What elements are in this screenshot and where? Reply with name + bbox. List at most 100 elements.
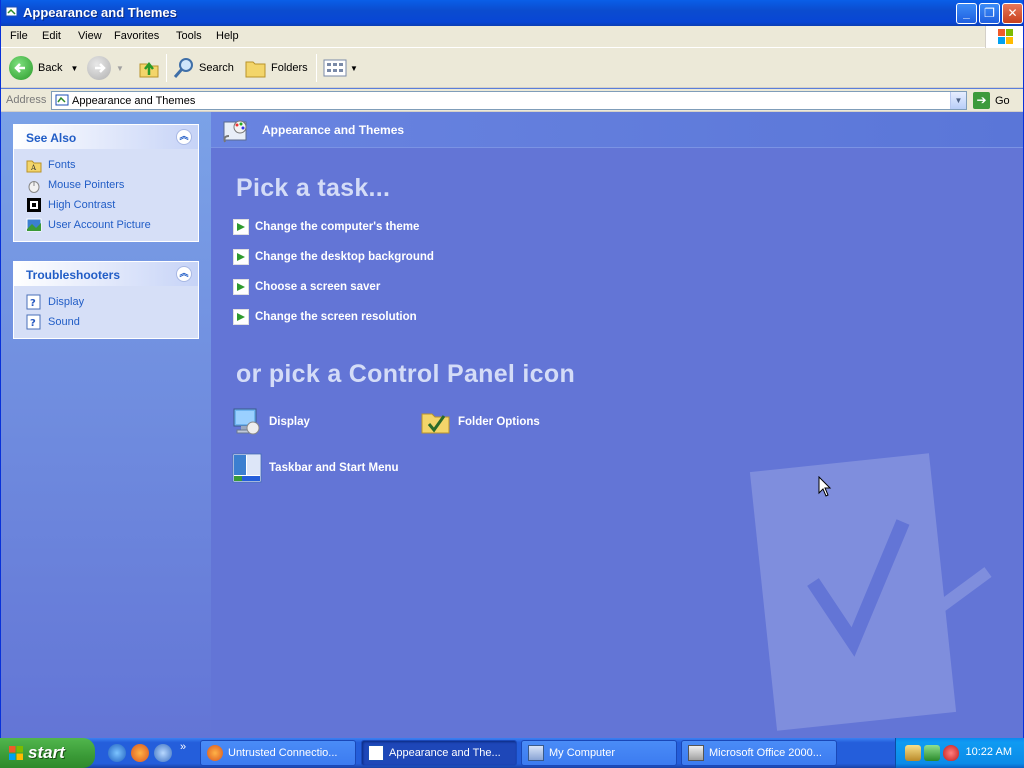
address-bar: Address Appearance and Themes ▼ ➔ Go [1,89,1023,112]
pick-icon-heading: or pick a Control Panel icon [236,360,576,388]
views-dropdown-icon[interactable]: ▼ [350,64,358,73]
taskbar-button-untrusted-connection[interactable]: Untrusted Connectio... [200,740,356,766]
search-label: Search [199,62,234,74]
firefox-icon[interactable] [131,744,149,762]
restore-button[interactable]: ❐ [979,3,1000,24]
green-arrow-icon [233,309,249,325]
address-value: Appearance and Themes [72,95,196,107]
menu-tools[interactable]: Tools [176,30,202,42]
start-button[interactable]: start [0,738,95,768]
close-button[interactable]: ✕ [1002,3,1023,24]
control-panel-icon [368,745,384,761]
taskbar: start » Untrusted Connectio... Appearanc… [0,738,1024,768]
svg-text:?: ? [30,318,36,329]
forward-arrow-icon [87,56,111,80]
user-picture-icon [26,218,42,232]
task-pane: See Also ︽ A Fonts Mouse Pointers High C… [1,112,211,738]
see-also-label: High Contrast [48,199,116,211]
minimize-button[interactable]: _ [956,3,977,24]
collapse-chevron-icon[interactable]: ︽ [176,129,192,145]
see-also-item-mouse-pointers[interactable]: Mouse Pointers [14,175,198,195]
title-bar[interactable]: Appearance and Themes _ ❐ ✕ [1,0,1023,26]
cp-icon-taskbar-start-menu[interactable]: Taskbar and Start Menu [231,452,399,484]
views-button[interactable]: ▼ [323,54,358,82]
high-contrast-icon [27,198,41,212]
pick-task-heading: Pick a task... [236,174,391,202]
windows-flag-icon [9,746,23,760]
views-icon [323,59,347,77]
taskbar-button-appearance-themes[interactable]: Appearance and The... [361,740,517,766]
forward-dropdown-icon[interactable]: ▼ [116,64,124,73]
taskbar-button-label: Untrusted Connectio... [228,747,338,759]
outlook-express-icon[interactable] [154,744,172,762]
menu-edit[interactable]: Edit [42,30,61,42]
control-panel-icon [55,94,69,106]
troubleshooters-panel: Troubleshooters ︽ ? Display ? Sound [13,261,199,339]
task-label: Change the screen resolution [255,311,417,323]
update-tray-icon[interactable] [924,745,940,761]
category-title: Appearance and Themes [262,123,405,137]
task-label: Change the desktop background [255,251,434,263]
task-screen-saver[interactable]: Choose a screen saver [233,279,380,295]
cp-icon-label: Folder Options [458,416,540,428]
folders-button[interactable]: Folders [244,54,308,82]
troubleshooter-item-display[interactable]: ? Display [14,292,198,312]
search-icon [173,58,193,78]
forward-button[interactable]: ▼ [87,54,124,82]
taskbar-button-my-computer[interactable]: My Computer [521,740,677,766]
installer-icon [688,745,704,761]
quicklaunch-more-icon[interactable]: » [180,741,186,753]
clock[interactable]: 10:22 AM [966,746,1012,758]
menu-view[interactable]: View [78,30,102,42]
appearance-themes-icon [223,120,247,143]
see-also-title: See Also [26,131,77,145]
cp-icon-folder-options[interactable]: Folder Options [420,406,540,438]
taskbar-button-microsoft-office[interactable]: Microsoft Office 2000... [681,740,837,766]
folder-options-icon [421,413,450,434]
address-dropdown-icon[interactable]: ▼ [950,92,966,109]
folders-label: Folders [271,62,308,74]
display-icon [233,408,260,435]
help-icon: ? [26,294,41,310]
folders-icon [245,61,266,78]
cp-icon-label: Taskbar and Start Menu [269,462,399,474]
collapse-chevron-icon[interactable]: ︽ [176,266,192,282]
search-button[interactable]: Search [172,54,234,82]
see-also-label: User Account Picture [48,219,151,231]
see-also-header[interactable]: See Also ︽ [14,125,198,149]
window-title: Appearance and Themes [23,5,177,20]
cp-icon-display[interactable]: Display [231,406,310,438]
task-change-theme[interactable]: Change the computer's theme [233,219,419,235]
see-also-item-high-contrast[interactable]: High Contrast [14,195,198,215]
go-arrow-icon: ➔ [973,92,990,109]
task-change-background[interactable]: Change the desktop background [233,249,434,265]
see-also-item-user-account-picture[interactable]: User Account Picture [14,215,198,235]
menu-file[interactable]: File [10,30,28,42]
menu-favorites[interactable]: Favorites [114,30,159,42]
up-folder-button[interactable] [137,54,161,82]
see-also-label: Mouse Pointers [48,179,125,191]
troubleshooter-item-sound[interactable]: ? Sound [14,312,198,332]
task-screen-resolution[interactable]: Change the screen resolution [233,309,417,325]
toolbar: Back ▼ ▼ Search Folders ▼ [1,48,1023,88]
toolbar-separator [316,54,317,82]
explorer-window: Appearance and Themes _ ❐ ✕ File Edit Vi… [0,0,1024,738]
troubleshooter-label: Sound [48,316,80,328]
mouse-cursor-icon [818,476,832,497]
green-arrow-icon [233,249,249,265]
menu-help[interactable]: Help [216,30,239,42]
back-dropdown-icon[interactable]: ▼ [70,64,78,73]
security-shield-icon[interactable] [943,745,959,761]
address-field[interactable]: Appearance and Themes ▼ [51,91,967,110]
help-icon: ? [26,314,41,330]
back-button[interactable]: Back ▼ [9,54,78,82]
taskbar-button-label: Appearance and The... [389,747,501,759]
internet-explorer-icon[interactable] [108,744,126,762]
go-button[interactable]: ➔ Go [973,91,1010,110]
taskbar-icon [232,453,262,483]
troubleshooters-header[interactable]: Troubleshooters ︽ [14,262,198,286]
address-label: Address [6,94,47,106]
network-tray-icon[interactable] [905,745,921,761]
see-also-item-fonts[interactable]: A Fonts [14,155,198,175]
category-header: Appearance and Themes [211,112,1023,148]
